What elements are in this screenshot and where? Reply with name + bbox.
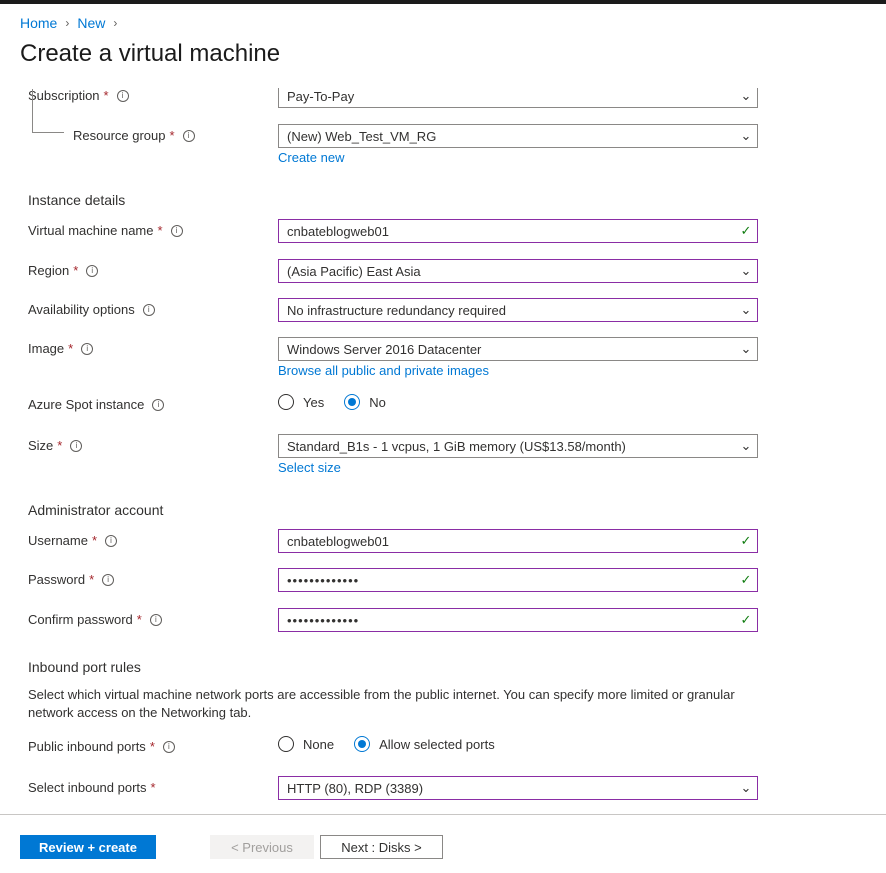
- page-title: Create a virtual machine: [20, 40, 281, 67]
- spot-yes-radio[interactable]: [278, 394, 294, 410]
- inbound-description: Select which virtual machine network por…: [28, 687, 735, 720]
- select-size-link[interactable]: Select size: [278, 460, 341, 475]
- checkmark-icon: ✓: [740, 612, 752, 627]
- footer-divider: [0, 814, 886, 815]
- inbound-none-radio[interactable]: [278, 736, 294, 752]
- availability-dropdown[interactable]: No infrastructure redundancy required ⌄: [278, 298, 758, 322]
- info-icon[interactable]: i: [81, 342, 94, 355]
- tree-connector-vertical: [32, 89, 33, 133]
- required-asterisk: *: [136, 612, 142, 627]
- required-asterisk: *: [89, 572, 95, 587]
- tree-connector-horizontal: [32, 132, 64, 133]
- chevron-down-icon: ⌄: [740, 780, 752, 795]
- checkmark-icon: ✓: [740, 223, 752, 238]
- form-scroll-area[interactable]: Subscription * i Pay-To-Pay ⌄ Resource gro…: [0, 88, 886, 814]
- subscription-label: Subscription * i: [28, 88, 129, 103]
- username-label: Username * i: [28, 533, 118, 548]
- chevron-right-icon: ›: [113, 16, 118, 30]
- checkmark-icon: ✓: [740, 572, 752, 587]
- confirm-password-label: Confirm password * i: [28, 612, 162, 627]
- info-icon[interactable]: i: [86, 264, 99, 277]
- info-icon[interactable]: i: [152, 398, 165, 411]
- info-icon[interactable]: i: [162, 740, 175, 753]
- inbound-ports-dropdown[interactable]: HTTP (80), RDP (3389) ⌄: [278, 776, 758, 800]
- required-asterisk: *: [150, 780, 156, 795]
- select-inbound-ports-label: Select inbound ports *: [28, 780, 156, 795]
- breadcrumb: Home › New ›: [20, 15, 125, 31]
- info-icon[interactable]: i: [170, 224, 183, 237]
- availability-label: Availability options i: [28, 302, 155, 317]
- info-icon[interactable]: i: [102, 573, 115, 586]
- chevron-down-icon: ⌄: [740, 88, 752, 103]
- info-icon[interactable]: i: [142, 303, 155, 316]
- info-icon[interactable]: i: [70, 439, 83, 452]
- instance-details-heading: Instance details: [28, 192, 126, 208]
- chevron-down-icon: ⌄: [740, 263, 752, 278]
- vm-name-input[interactable]: cnbateblogweb01 ✓: [278, 219, 758, 243]
- vm-name-label: Virtual machine name * i: [28, 223, 183, 238]
- required-asterisk: *: [73, 263, 79, 278]
- chevron-down-icon: ⌄: [740, 128, 752, 143]
- username-input[interactable]: cnbateblogweb01 ✓: [278, 529, 758, 553]
- info-icon[interactable]: i: [182, 129, 195, 142]
- required-asterisk: *: [149, 739, 155, 754]
- chevron-right-icon: ›: [65, 16, 70, 30]
- previous-button: < Previous: [210, 835, 314, 859]
- password-input[interactable]: ••••••••••••• ✓: [278, 568, 758, 592]
- inbound-port-rules-heading: Inbound port rules: [28, 659, 141, 675]
- image-label: Image * i: [28, 341, 94, 356]
- chevron-down-icon: ⌄: [740, 302, 752, 317]
- browse-images-link[interactable]: Browse all public and private images: [278, 363, 489, 378]
- size-label: Size * i: [28, 438, 83, 453]
- required-asterisk: *: [91, 533, 98, 548]
- required-asterisk: *: [68, 341, 74, 356]
- public-inbound-ports-label: Public inbound ports * i: [28, 739, 175, 754]
- resource-group-dropdown[interactable]: (New) Web_Test_VM_RG ⌄: [278, 124, 758, 148]
- next-disks-button[interactable]: Next : Disks >: [320, 835, 443, 859]
- create-new-link[interactable]: Create new: [278, 150, 344, 165]
- password-label: Password * i: [28, 572, 115, 587]
- confirm-password-input[interactable]: ••••••••••••• ✓: [278, 608, 758, 632]
- image-dropdown[interactable]: Windows Server 2016 Datacenter ⌄: [278, 337, 758, 361]
- top-bar: [0, 0, 886, 4]
- resource-group-label: Resource group * i: [73, 128, 195, 143]
- required-asterisk: *: [157, 223, 163, 238]
- size-dropdown[interactable]: Standard_B1s - 1 vcpus, 1 GiB memory (US…: [278, 434, 758, 458]
- spot-no-radio[interactable]: [344, 394, 361, 410]
- review-create-button[interactable]: Review + create: [20, 835, 156, 859]
- subscription-dropdown[interactable]: Pay-To-Pay ⌄: [278, 88, 758, 108]
- admin-account-heading: Administrator account: [28, 502, 164, 518]
- inbound-allow-radio[interactable]: [354, 736, 371, 752]
- spot-instance-radio-group: Yes No: [278, 394, 406, 410]
- region-label: Region * i: [28, 263, 99, 278]
- required-asterisk: *: [103, 88, 109, 103]
- required-asterisk: *: [169, 128, 175, 143]
- public-inbound-radio-group: None Allow selected ports: [278, 736, 515, 752]
- info-icon[interactable]: i: [149, 613, 162, 626]
- required-asterisk: *: [57, 438, 63, 453]
- checkmark-icon: ✓: [740, 533, 752, 548]
- breadcrumb-home[interactable]: Home: [20, 15, 57, 31]
- chevron-down-icon: ⌄: [740, 341, 752, 356]
- info-icon[interactable]: i: [105, 534, 118, 547]
- spot-instance-label: Azure Spot instance i: [28, 397, 165, 412]
- region-dropdown[interactable]: (Asia Pacific) East Asia ⌄: [278, 259, 758, 283]
- info-icon[interactable]: i: [116, 89, 129, 102]
- chevron-down-icon: ⌄: [740, 438, 752, 453]
- breadcrumb-new[interactable]: New: [77, 15, 105, 31]
